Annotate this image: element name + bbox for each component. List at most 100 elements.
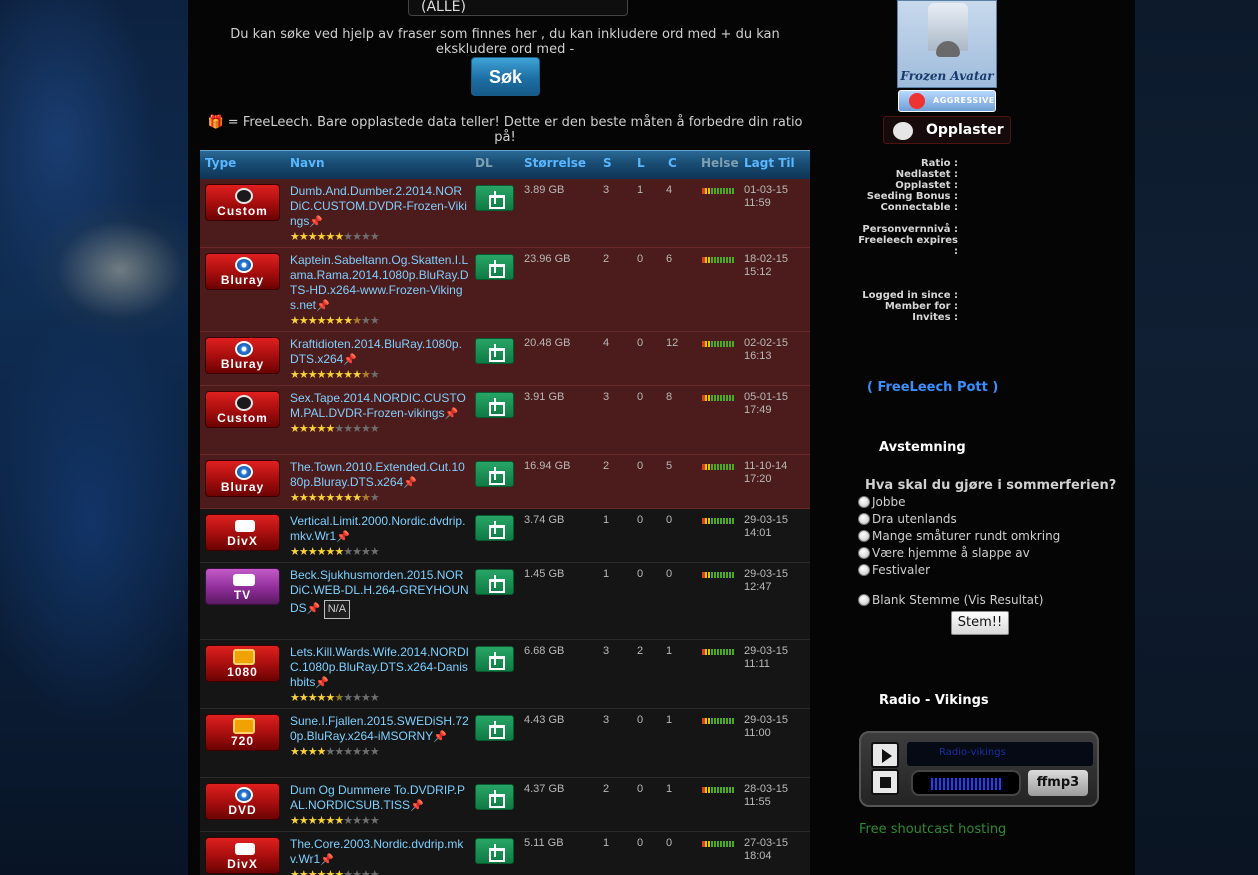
completed-cell[interactable]: 5 [666,460,672,472]
category-badge[interactable]: TV [205,568,280,605]
leechers-cell[interactable]: 0 [637,783,643,795]
category-badge[interactable]: Custom [205,184,280,221]
search-button[interactable]: Søk [471,57,540,96]
download-gift-icon[interactable] [475,838,514,864]
download-gift-icon[interactable] [475,392,514,418]
category-badge[interactable]: Bluray [205,253,280,290]
category-badge[interactable]: DivX [205,514,280,551]
station-display: Radio-vikings [907,742,1093,766]
seeders-cell[interactable]: 3 [603,645,609,657]
vote-button[interactable]: Stem!! [951,611,1009,635]
seeders-cell[interactable]: 1 [603,568,609,580]
leechers-cell[interactable]: 0 [637,568,643,580]
stat-label: Opplastet : [895,180,958,191]
completed-cell[interactable]: 0 [666,514,672,526]
download-gift-icon[interactable] [475,338,514,364]
play-icon[interactable] [871,742,899,768]
torrent-name-link[interactable]: The.Core.2003.Nordic.dvdrip.mkv.Wr1 [290,837,463,866]
completed-cell[interactable]: 12 [666,337,678,349]
leechers-cell[interactable]: 0 [637,460,643,472]
completed-cell[interactable]: 0 [666,568,672,580]
poll-radio[interactable] [858,594,870,606]
added-date: 29-03-15 [744,645,789,657]
category-badge[interactable]: 1080 [205,645,280,682]
completed-cell[interactable]: 8 [666,391,672,403]
torrent-name-link[interactable]: Sex.Tape.2014.NORDIC.CUSTOM.PAL.DVDR-Fro… [290,391,466,420]
seeders-cell[interactable]: 4 [603,337,609,349]
leechers-cell[interactable]: 0 [637,253,643,265]
category-label: Custom [217,411,268,425]
seeders-cell[interactable]: 1 [603,837,609,849]
poll-option[interactable]: Dra utenlands [858,510,1128,527]
category-select[interactable]: (ALLE) [408,0,628,16]
torrent-name-cell: The.Town.2010.Extended.Cut.1080p.Bluray.… [290,460,470,505]
header-completed[interactable]: C [668,156,677,170]
added-cell: 29-03-15 11:11 [744,645,788,671]
torrent-name-link[interactable]: Dum Og Dummere To.DVDRIP.PAL.NORDICSUB.T… [290,783,465,812]
category-badge[interactable]: 720 [205,714,280,751]
torrent-name-link[interactable]: The.Town.2010.Extended.Cut.1080p.Bluray.… [290,460,465,489]
header-seeders[interactable]: S [603,156,612,170]
seeders-cell[interactable]: 2 [603,253,609,265]
download-gift-icon[interactable] [475,646,514,672]
seeders-cell[interactable]: 2 [603,460,609,472]
header-added[interactable]: Lagt Til [744,156,795,170]
leechers-cell[interactable]: 0 [637,391,643,403]
shoutcast-link[interactable]: Free shoutcast hosting [859,822,1006,837]
poll-option[interactable]: Være hjemme å slappe av [858,544,1128,561]
download-gift-icon[interactable] [475,569,514,595]
stop-icon[interactable] [871,769,899,795]
completed-cell[interactable]: 1 [666,714,672,726]
freeleech-pott-link[interactable]: ( FreeLeech Pott ) [867,380,998,395]
leechers-cell[interactable]: 0 [637,514,643,526]
star-icon: ★ [307,492,318,504]
seeders-cell[interactable]: 3 [603,184,609,196]
category-badge[interactable]: DVD [205,783,280,820]
download-gift-icon[interactable] [475,515,514,541]
poll-blank-option[interactable]: Blank Stemme (Vis Resultat) [858,593,1043,607]
header-size[interactable]: Størrelse [524,156,586,170]
download-gift-icon[interactable] [475,784,514,810]
leechers-cell[interactable]: 1 [637,184,643,196]
download-gift-icon[interactable] [475,461,514,487]
category-badge[interactable]: Custom [205,391,280,428]
category-badge[interactable]: Bluray [205,337,280,374]
header-name[interactable]: Navn [290,156,325,170]
seeders-cell[interactable]: 1 [603,514,609,526]
health-bar [702,572,734,578]
volume-visualizer[interactable] [911,770,1021,796]
header-leechers[interactable]: L [637,156,645,170]
category-badge[interactable]: DivX [205,837,280,874]
poll-option[interactable]: Festivaler [858,561,1128,578]
leechers-cell[interactable]: 0 [637,837,643,849]
completed-cell[interactable]: 4 [666,184,672,196]
star-icon: ★ [298,546,309,558]
poll-radio[interactable] [858,563,870,576]
poll-option[interactable]: Mange småturer rundt omkring [858,527,1128,544]
seeders-cell[interactable]: 3 [603,391,609,403]
completed-cell[interactable]: 1 [666,783,672,795]
completed-cell[interactable]: 0 [666,837,672,849]
category-badge[interactable]: Bluray [205,460,280,497]
torrent-name-link[interactable]: Kraftidioten.2014.BluRay.1080p.DTS.x264 [290,337,462,366]
completed-cell[interactable]: 6 [666,253,672,265]
poll-option[interactable]: Jobbe [858,493,1128,510]
leechers-cell[interactable]: 0 [637,337,643,349]
table-row: TV Beck.Sjukhusmorden.2015.NORDiC.WEB-DL… [200,563,810,640]
download-gift-icon[interactable] [475,254,514,280]
seeders-cell[interactable]: 2 [603,783,609,795]
completed-cell[interactable]: 1 [666,645,672,657]
header-type[interactable]: Type [205,156,236,170]
torrent-name-link[interactable]: Vertical.Limit.2000.Nordic.dvdrip.mkv.Wr… [290,514,465,543]
poll-radio[interactable] [858,495,870,508]
poll-radio[interactable] [858,546,870,559]
pin-icon: 📌 [309,216,324,228]
leechers-cell[interactable]: 2 [637,645,643,657]
download-gift-icon[interactable] [475,185,514,211]
mood-badge[interactable]: AGGRESSIVE [898,90,996,112]
poll-radio[interactable] [858,529,870,542]
poll-radio[interactable] [858,512,870,525]
leechers-cell[interactable]: 0 [637,714,643,726]
seeders-cell[interactable]: 3 [603,714,609,726]
download-gift-icon[interactable] [475,715,514,741]
